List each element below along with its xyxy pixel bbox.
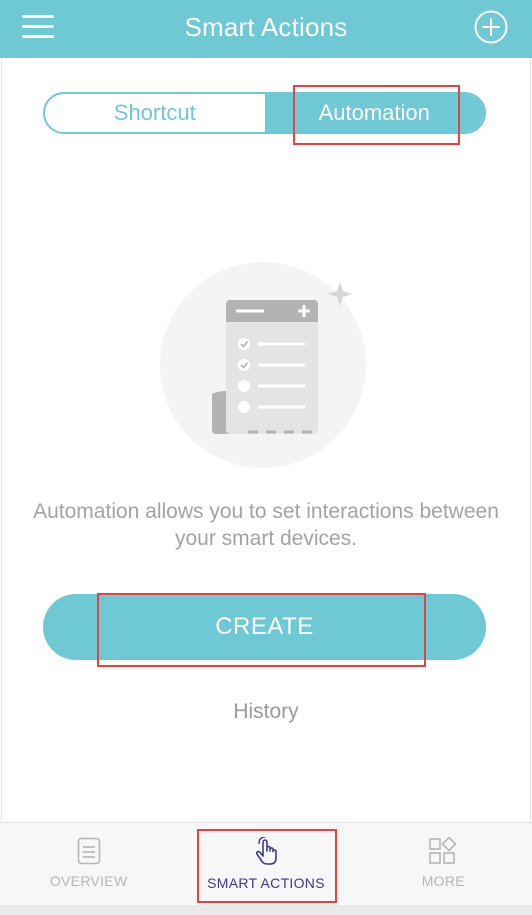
history-link[interactable]: History	[0, 700, 532, 724]
nav-overview-label: OVERVIEW	[49, 873, 128, 889]
tab-automation[interactable]: Automation	[264, 94, 484, 132]
bottom-edge	[0, 905, 532, 915]
add-icon[interactable]	[474, 10, 508, 44]
checklist-illustration	[160, 262, 366, 468]
nav-smart-actions-label: SMART ACTIONS	[207, 875, 325, 891]
mode-segmented-control: Shortcut Automation	[43, 92, 486, 134]
nav-more[interactable]: MORE	[355, 823, 532, 905]
app-header: Smart Actions	[0, 0, 532, 58]
hand-pointer-icon	[255, 837, 277, 865]
nav-more-label: MORE	[421, 873, 465, 889]
create-button[interactable]: CREATE	[43, 594, 486, 660]
document-icon	[77, 837, 100, 865]
nav-overview[interactable]: OVERVIEW	[0, 823, 177, 905]
tab-shortcut[interactable]: Shortcut	[45, 94, 265, 132]
grid-icon	[429, 837, 457, 864]
page-title: Smart Actions	[184, 12, 348, 42]
empty-state-description: Automation allows you to set interaction…	[33, 500, 499, 550]
nav-smart-actions[interactable]: SMART ACTIONS	[177, 823, 354, 905]
bottom-navigation: OVERVIEW SMART ACTIONS MORE	[0, 822, 532, 905]
